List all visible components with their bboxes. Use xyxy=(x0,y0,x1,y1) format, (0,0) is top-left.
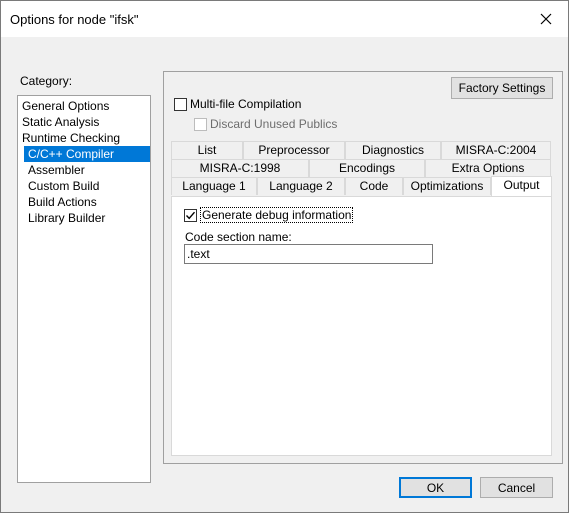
category-item-build-actions[interactable]: Build Actions xyxy=(26,194,99,210)
options-dialog: Options for node "ifsk" Category: Genera… xyxy=(0,0,569,513)
title-bar: Options for node "ifsk" xyxy=(1,1,568,37)
ok-button[interactable]: OK xyxy=(399,477,472,498)
generate-debug-info-checkbox[interactable]: Generate debug information xyxy=(184,207,354,223)
window-title: Options for node "ifsk" xyxy=(10,12,139,27)
multifile-compilation-label: Multi-file Compilation xyxy=(190,97,302,111)
close-icon xyxy=(540,13,552,25)
category-item-library-builder[interactable]: Library Builder xyxy=(26,210,107,226)
tab-optimizations[interactable]: Optimizations xyxy=(403,177,491,195)
category-item-custom-build[interactable]: Custom Build xyxy=(26,178,101,194)
category-item-runtime-checking[interactable]: Runtime Checking xyxy=(20,130,122,146)
discard-unused-publics-checkbox: Discard Unused Publics xyxy=(194,116,337,132)
code-section-name-label: Code section name: xyxy=(185,230,292,244)
category-label: Category: xyxy=(20,74,73,88)
tab-code[interactable]: Code xyxy=(345,177,403,195)
checkmark-icon xyxy=(185,211,196,219)
tab-preprocessor[interactable]: Preprocessor xyxy=(243,141,345,159)
close-button[interactable] xyxy=(524,1,568,37)
tab-output[interactable]: Output xyxy=(491,176,552,196)
tab-language-1[interactable]: Language 1 xyxy=(171,177,257,195)
tab-extra-options[interactable]: Extra Options xyxy=(425,159,551,177)
cancel-button[interactable]: Cancel xyxy=(480,477,553,498)
tab-list[interactable]: List xyxy=(171,141,243,159)
tab-language-2[interactable]: Language 2 xyxy=(257,177,345,195)
code-section-name-input[interactable]: .text xyxy=(184,244,433,264)
category-item-c-cpp-compiler[interactable]: C/C++ Compiler xyxy=(24,146,150,162)
tab-diagnostics[interactable]: Diagnostics xyxy=(345,141,441,159)
tab-misra-c-1998[interactable]: MISRA-C:1998 xyxy=(171,159,309,177)
multifile-compilation-checkbox[interactable]: Multi-file Compilation xyxy=(174,96,301,112)
generate-debug-info-box[interactable] xyxy=(184,208,197,222)
tab-encodings[interactable]: Encodings xyxy=(309,159,425,177)
category-item-assembler[interactable]: Assembler xyxy=(26,162,87,178)
generate-debug-info-label: Generate debug information xyxy=(200,207,354,223)
multifile-compilation-box[interactable] xyxy=(174,97,187,111)
discard-unused-publics-label: Discard Unused Publics xyxy=(210,117,338,131)
tab-misra-c-2004[interactable]: MISRA-C:2004 xyxy=(441,141,551,159)
category-item-static-analysis[interactable]: Static Analysis xyxy=(20,114,101,130)
factory-settings-button[interactable]: Factory Settings xyxy=(451,77,553,99)
category-item-general-options[interactable]: General Options xyxy=(20,98,111,114)
discard-unused-publics-box xyxy=(194,117,207,131)
category-list[interactable]: General Options Static Analysis Runtime … xyxy=(17,95,151,483)
